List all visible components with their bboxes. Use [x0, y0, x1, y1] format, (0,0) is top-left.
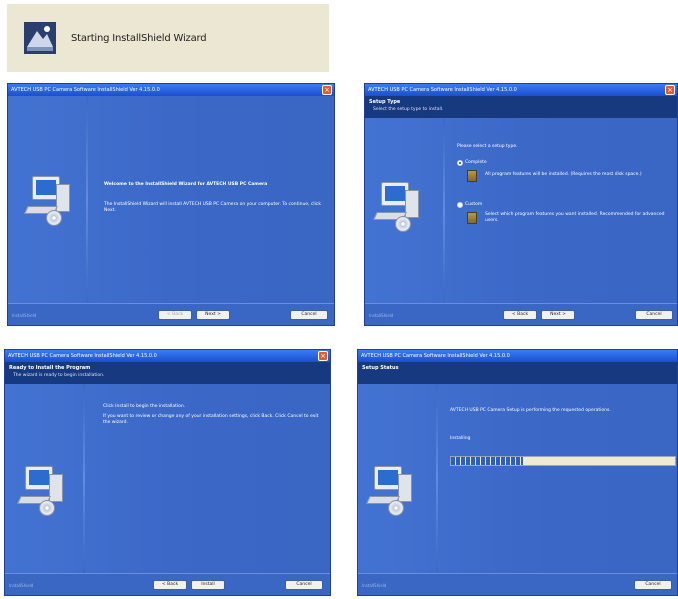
next-button[interactable]: Next > [541, 310, 575, 320]
close-icon[interactable]: × [318, 351, 328, 361]
dialog-body: Welcome to the InstallShield Wizard for … [8, 96, 334, 303]
complete-option-icon [467, 170, 477, 182]
progress-fill [451, 457, 523, 465]
setup-prompt: Please select a setup type. [457, 144, 518, 149]
title-bar[interactable]: AVTECH USB PC Camera Software InstallShi… [8, 84, 334, 96]
computer-icon [366, 466, 416, 516]
divider [86, 96, 88, 303]
custom-description: Select which program features you want i… [485, 212, 665, 223]
setup-status-dialog: AVTECH USB PC Camera Software InstallShi… [357, 349, 678, 596]
close-icon[interactable]: × [665, 85, 675, 95]
close-icon[interactable]: × [322, 85, 332, 95]
window-title: AVTECH USB PC Camera Software InstallShi… [11, 87, 160, 93]
install-progress-bar [450, 456, 676, 466]
dialog-footer: InstallShield < Back Next > Cancel [8, 303, 334, 325]
setup-type-dialog: AVTECH USB PC Camera Software InstallShi… [364, 83, 678, 326]
custom-option-icon [467, 212, 477, 224]
header-subtitle: The wizard is ready to begin installatio… [13, 373, 105, 378]
title-bar[interactable]: AVTECH USB PC Camera Software InstallShi… [5, 350, 330, 362]
title-bar[interactable]: AVTECH USB PC Camera Software InstallShi… [358, 350, 677, 362]
dialog-body: Please select a setup type. Complete All… [365, 118, 677, 303]
progress-label: Installing [450, 436, 471, 441]
installer-icon [23, 21, 57, 55]
divider [436, 384, 438, 573]
dialog-body: AVTECH USB PC Camera Setup is performing… [358, 384, 677, 573]
dialog-header: Setup Type Select the setup type to inst… [365, 96, 677, 118]
cancel-button[interactable]: Cancel [634, 580, 672, 590]
next-button[interactable]: Next > [196, 310, 230, 320]
ready-to-install-dialog: AVTECH USB PC Camera Software InstallShi… [4, 349, 331, 596]
dialog-header: Setup Status [358, 362, 677, 384]
install-button[interactable]: Install [191, 580, 225, 590]
installshield-banner: Starting InstallShield Wizard [7, 4, 329, 72]
welcome-dialog: AVTECH USB PC Camera Software InstallShi… [7, 83, 335, 326]
back-button[interactable]: < Back [503, 310, 537, 320]
window-title: AVTECH USB PC Camera Software InstallShi… [8, 353, 157, 359]
ready-body: If you want to review or change any of y… [103, 414, 319, 425]
window-title: AVTECH USB PC Camera Software InstallShi… [361, 353, 510, 359]
cancel-button[interactable]: Cancel [285, 580, 323, 590]
brand-label: InstallShield [12, 313, 37, 318]
dialog-body: Click Install to begin the installation.… [5, 384, 330, 573]
header-title: Setup Type [369, 99, 401, 105]
ready-heading: Click Install to begin the installation. [103, 404, 186, 409]
divider [83, 384, 85, 573]
dialog-footer: InstallShield < Back Install Cancel [5, 573, 330, 595]
banner-text: Starting InstallShield Wizard [71, 32, 207, 44]
complete-radio[interactable] [457, 160, 463, 166]
header-subtitle: Select the setup type to install. [373, 107, 444, 112]
cancel-button[interactable]: Cancel [290, 310, 328, 320]
brand-label: InstallShield [362, 583, 387, 588]
welcome-heading: Welcome to the InstallShield Wizard for … [104, 182, 268, 187]
window-title: AVTECH USB PC Camera Software InstallShi… [368, 87, 517, 93]
status-text: AVTECH USB PC Camera Setup is performing… [450, 408, 611, 413]
dialog-footer: InstallShield Cancel [358, 573, 677, 595]
brand-label: InstallShield [9, 583, 34, 588]
dialog-header: Ready to Install the Program The wizard … [5, 362, 330, 384]
computer-icon [373, 182, 423, 232]
header-title: Ready to Install the Program [9, 365, 91, 371]
computer-icon [24, 176, 74, 226]
divider [443, 118, 445, 303]
welcome-body: The InstallShield Wizard will install AV… [104, 202, 321, 213]
complete-label: Complete [465, 160, 487, 165]
dialog-footer: InstallShield < Back Next > Cancel [365, 303, 677, 325]
title-bar[interactable]: AVTECH USB PC Camera Software InstallShi… [365, 84, 677, 96]
computer-icon [17, 466, 67, 516]
back-button[interactable]: < Back [153, 580, 187, 590]
custom-label: Custom [465, 202, 483, 207]
back-button[interactable]: < Back [158, 310, 192, 320]
header-title: Setup Status [362, 365, 399, 371]
cancel-button[interactable]: Cancel [635, 310, 673, 320]
brand-label: InstallShield [369, 313, 394, 318]
complete-description: All program features will be installed. … [485, 172, 642, 177]
custom-radio[interactable] [457, 202, 463, 208]
